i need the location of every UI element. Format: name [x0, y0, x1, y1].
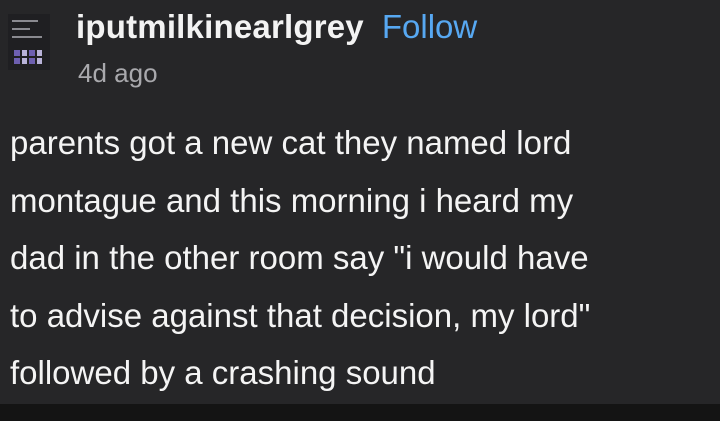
post-body-line: dad in the other room say "i would have — [10, 239, 589, 276]
avatar[interactable] — [8, 14, 50, 70]
post-body-line: followed by a crashing sound — [10, 354, 436, 391]
bottom-bar — [0, 404, 720, 421]
avatar-detail — [12, 20, 38, 22]
avatar-pattern — [14, 50, 42, 64]
username[interactable]: iputmilkinearlgrey — [76, 8, 364, 46]
follow-button[interactable]: Follow — [382, 8, 477, 46]
post-body: parents got a new cat they named lord mo… — [10, 114, 714, 402]
avatar-detail — [12, 28, 30, 30]
post-body-line: parents got a new cat they named lord — [10, 124, 572, 161]
post-body-line: to advise against that decision, my lord… — [10, 296, 591, 334]
post-header: iputmilkinearlgrey Follow — [76, 8, 477, 46]
post-body-line: montague and this morning i heard my — [10, 181, 574, 219]
avatar-detail — [12, 36, 42, 38]
post-timestamp: 4d ago — [78, 58, 158, 88]
post-card: iputmilkinearlgrey Follow 4d ago parents… — [0, 0, 720, 404]
